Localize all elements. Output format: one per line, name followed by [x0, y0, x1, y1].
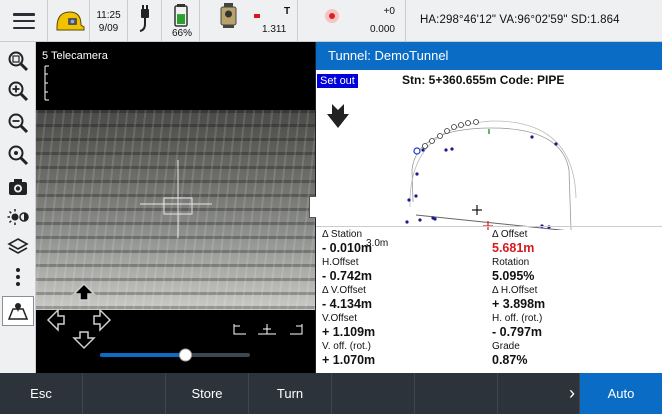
delta-station: Δ Station - 0.010m	[322, 229, 492, 255]
battery-icon	[174, 4, 188, 27]
prism-status[interactable]: +0 0.000	[298, 0, 406, 42]
job-status[interactable]	[48, 0, 90, 42]
offset-value: - 0.797m	[492, 325, 543, 339]
offset-value: + 1.070m	[322, 353, 376, 367]
crosshair-icon	[140, 160, 212, 238]
status-bar: 11:25 9/09 66% T 1.311 +0 0.000 HA:298°4…	[0, 0, 662, 42]
tunnel-profile-drawing	[327, 104, 577, 230]
delta-h-offset: Δ H.Offset + 3.898m	[492, 285, 662, 311]
power-status[interactable]	[128, 0, 162, 42]
zoom-extents-button[interactable]	[5, 48, 31, 74]
direction-pad-icon	[46, 282, 112, 350]
offset-label: Δ V.Offset	[322, 285, 366, 296]
offset-label: Rotation	[492, 257, 530, 268]
setout-panel: Tunnel: DemoTunnel Set out Stn: 5+360.65…	[316, 42, 662, 373]
target-height: 1.311	[262, 24, 287, 35]
snapshot-button[interactable]	[5, 174, 31, 200]
laser-indicator	[254, 14, 260, 18]
h-offset-rotated: H. off. (rot.) - 0.797m	[492, 313, 662, 339]
more-options-button[interactable]	[5, 264, 31, 290]
zoom-in-icon	[8, 81, 29, 102]
camera-icon	[9, 179, 27, 195]
auto-button[interactable]: Auto	[580, 373, 662, 414]
power-plug-icon	[139, 5, 149, 32]
brightness-icon	[7, 209, 29, 225]
instrument-status[interactable]: T 1.311	[200, 0, 298, 42]
target-type: T	[284, 6, 291, 17]
time-text: 11:25	[96, 10, 121, 21]
angle-readout[interactable]: HA:298°46'12" VA:96°02'59" SD:1.864	[420, 14, 620, 26]
zoom-in-button[interactable]	[5, 78, 31, 104]
video-view[interactable]: 5 Telecamera	[36, 42, 315, 373]
current-position-marker	[413, 147, 421, 155]
h-offset: H.Offset - 0.742m	[322, 257, 492, 283]
store-button[interactable]: Store	[166, 373, 249, 414]
zoom-slider	[100, 348, 250, 362]
zoom-out-button[interactable]	[5, 110, 31, 136]
v-offset-rotated: V. off. (rot.) + 1.070m	[322, 341, 492, 367]
empty-softkey-2[interactable]	[332, 373, 415, 414]
map-view-button[interactable]	[2, 296, 34, 326]
offset-label: Δ Station	[322, 229, 363, 240]
helmet-icon	[56, 11, 85, 31]
date-text: 9/09	[98, 23, 119, 34]
total-station-icon	[220, 3, 260, 28]
zoom-out-icon	[8, 113, 29, 134]
offset-value: 5.681m	[492, 241, 535, 255]
offset-label: Δ Offset	[492, 229, 528, 240]
offset-label: Grade	[492, 341, 520, 352]
hamburger-icon	[12, 13, 35, 29]
more-softkeys-button[interactable]: ›	[498, 373, 580, 414]
layers-icon	[7, 238, 29, 254]
battery-percent: 66%	[172, 28, 193, 39]
offset-label: Δ H.Offset	[492, 285, 538, 296]
rotation: Rotation 5.095%	[492, 257, 662, 283]
battery-status[interactable]: 66%	[162, 0, 200, 42]
offset-label: V.Offset	[322, 313, 358, 324]
offset-value: - 4.134m	[322, 297, 373, 311]
softkey-bar: Esc Store Turn › Auto	[0, 373, 662, 414]
video-toolbar	[0, 42, 36, 373]
zoom-extents-icon	[8, 51, 29, 72]
delta-offset: Δ Offset 5.681m	[492, 229, 662, 255]
tunnel-profile-view[interactable]: Set out Stn: 5+360.655m Code: PIPE 3.0m	[316, 70, 662, 249]
offset-value: 5.095%	[492, 269, 535, 283]
grade: Grade 0.87%	[492, 341, 662, 367]
offset-value: - 0.742m	[322, 269, 373, 283]
offset-label: H. off. (rot.)	[492, 313, 543, 324]
offset-value: 0.87%	[492, 353, 528, 367]
offset-value: + 3.898m	[492, 297, 546, 311]
more-vertical-icon	[16, 268, 20, 286]
empty-softkey-3[interactable]	[415, 373, 498, 414]
brightness-button[interactable]	[5, 204, 31, 230]
grid-overlay-icons	[233, 324, 303, 335]
offset-value: + 1.109m	[322, 325, 376, 339]
offset-values: Δ Station - 0.010m Δ Offset 5.681m H.Off…	[316, 226, 662, 373]
clock: 11:25 9/09	[90, 0, 128, 42]
direction-arrow-icon	[327, 104, 349, 128]
zoom-target-icon	[8, 145, 29, 166]
menu-button[interactable]	[0, 0, 48, 42]
panel-title: Tunnel: DemoTunnel	[316, 42, 662, 70]
prism-offset: 0.000	[369, 24, 395, 35]
turn-button[interactable]: Turn	[249, 373, 332, 414]
esc-button[interactable]: Esc	[0, 373, 83, 414]
prism-constant: +0	[383, 6, 395, 17]
layers-button[interactable]	[5, 234, 31, 260]
video-overlay	[44, 65, 303, 362]
v-offset: V.Offset + 1.109m	[322, 313, 492, 339]
zoom-scale-indicator	[44, 65, 49, 101]
zoom-target-button[interactable]	[5, 142, 31, 168]
empty-softkey-1[interactable]	[83, 373, 166, 414]
laser-pointer-icon	[325, 9, 339, 23]
map-icon	[7, 303, 29, 320]
offset-label: V. off. (rot.)	[322, 341, 371, 352]
instrument-crosshair	[472, 205, 482, 215]
delta-v-offset: Δ V.Offset - 4.134m	[322, 285, 492, 311]
offset-label: H.Offset	[322, 257, 359, 268]
offset-value: - 0.010m	[322, 241, 373, 255]
